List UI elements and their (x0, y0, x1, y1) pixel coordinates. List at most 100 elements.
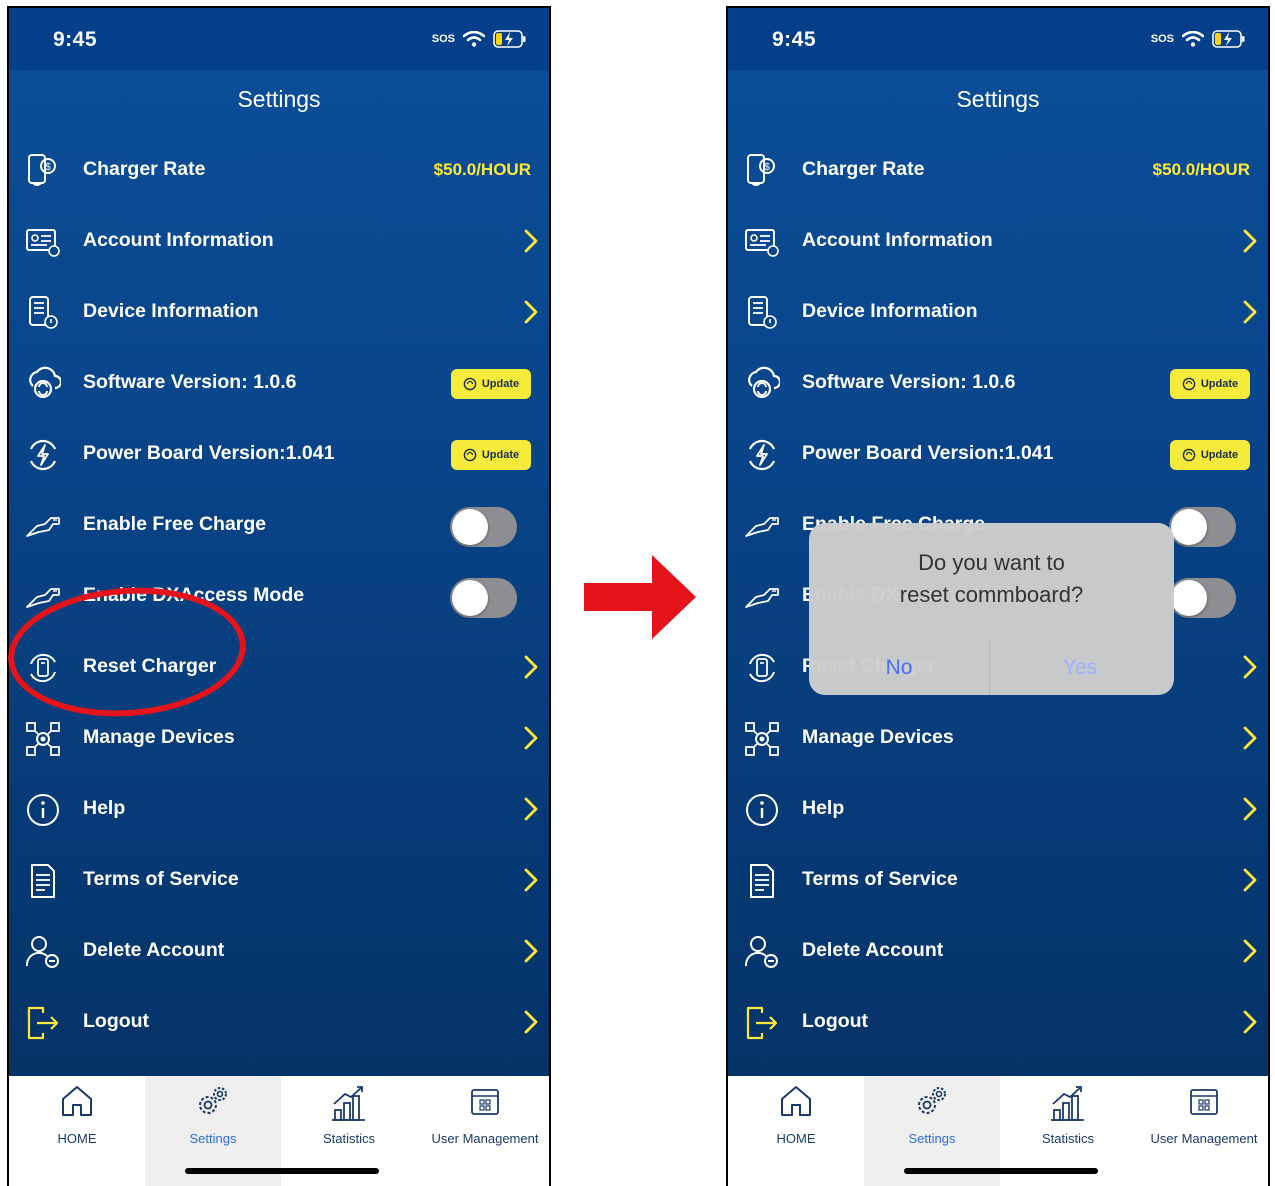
help-row[interactable]: Help (9, 774, 549, 845)
charger-rate-value: $50.0/HOUR (433, 160, 531, 179)
account-information-row[interactable]: Account Information (9, 206, 549, 277)
software-update-label: Update (481, 378, 520, 390)
account-information-label: Account Information (83, 229, 274, 251)
device-information-row[interactable]: Device Information (728, 277, 1268, 348)
power-board-update-button[interactable]: Update (451, 440, 531, 470)
software-update-button[interactable]: Update (451, 369, 531, 399)
tab-user-management[interactable]: User Management (417, 1076, 549, 1186)
tab-statistics-label: Statistics (1041, 1131, 1094, 1146)
sos-indicator: SOS (1150, 33, 1174, 45)
logout-row[interactable]: Logout (728, 987, 1268, 1058)
reset-charger-icon (749, 653, 775, 683)
dialog-message-line-2: reset commboard? (899, 582, 1084, 607)
logout-row[interactable]: Logout (9, 987, 549, 1058)
power-board-version-row: Power Board Version:1.041 Update (9, 419, 549, 490)
device-info-icon (29, 296, 58, 329)
chevron-right-icon (1243, 1010, 1257, 1034)
toggle-knob (452, 580, 488, 616)
device-information-label: Device Information (802, 300, 978, 322)
terms-of-service-row[interactable]: Terms of Service (728, 845, 1268, 916)
logout-label: Logout (802, 1010, 869, 1032)
delete-account-row[interactable]: Delete Account (9, 916, 549, 987)
tab-home[interactable]: HOME (9, 1076, 145, 1186)
charger-rate-label: Charger Rate (802, 158, 925, 180)
user-remove-icon (25, 936, 59, 968)
terms-of-service-row[interactable]: Terms of Service (9, 845, 549, 916)
tab-home-label: HOME (776, 1131, 816, 1146)
chevron-right-icon (524, 655, 538, 679)
charging-plug-icon (745, 517, 779, 537)
tab-user-management-label: User Management (431, 1131, 539, 1146)
chevron-right-icon (1243, 868, 1257, 892)
status-bar: 9:45 SOS (728, 8, 1268, 70)
page-title: Settings (237, 86, 321, 112)
power-board-update-label: Update (1200, 449, 1239, 461)
charging-plug-icon (26, 517, 60, 537)
chevron-right-icon (1243, 229, 1257, 253)
chevron-right-icon (524, 300, 538, 324)
arrow-right-icon (584, 555, 696, 639)
software-update-label: Update (1200, 378, 1239, 390)
logout-icon (27, 1006, 59, 1040)
tab-home-label: HOME (57, 1131, 97, 1146)
user-management-icon (1190, 1089, 1218, 1115)
account-information-label: Account Information (802, 229, 993, 251)
power-board-version-label: Power Board Version:1.041 (83, 442, 335, 464)
cloud-sync-icon (748, 366, 780, 399)
svg-text:$: $ (45, 162, 51, 173)
enable-dxaccess-mode-toggle[interactable] (450, 578, 517, 618)
tab-home[interactable]: HOME (728, 1076, 864, 1186)
wifi-icon (463, 31, 485, 47)
status-icons: SOS (1151, 30, 1246, 48)
phone-screen-after: 9:45 SOS Settings $ Charger Rate $50.0/H… (726, 6, 1270, 1186)
enable-free-charge-toggle[interactable] (1169, 507, 1236, 547)
tab-bar: HOME Settings Statistics User Management (728, 1076, 1268, 1186)
account-information-row[interactable]: Account Information (728, 206, 1268, 277)
dialog-message-line-1: Do you want to (918, 550, 1065, 575)
chevron-right-icon (1243, 797, 1257, 821)
user-remove-icon (744, 936, 778, 968)
dialog-no-button[interactable]: No (809, 656, 989, 680)
refresh-icon (1182, 448, 1196, 462)
battery-charging-icon (493, 30, 526, 48)
power-board-icon (29, 439, 57, 471)
manage-devices-row[interactable]: Manage Devices (728, 703, 1268, 774)
info-icon (27, 794, 59, 826)
manage-devices-icon (26, 722, 60, 756)
enable-free-charge-row: Enable Free Charge (9, 490, 549, 561)
reset-confirm-dialog: Do you want to reset commboard? No Yes (809, 523, 1174, 695)
software-version-row: Software Version: 1.0.6 Update (728, 348, 1268, 419)
tab-user-management[interactable]: User Management (1136, 1076, 1268, 1186)
delete-account-row[interactable]: Delete Account (728, 916, 1268, 987)
power-board-icon (748, 439, 776, 471)
delete-account-label: Delete Account (802, 939, 944, 961)
enable-free-charge-label: Enable Free Charge (83, 513, 267, 535)
home-icon (62, 1086, 92, 1116)
chevron-right-icon (524, 726, 538, 750)
toggle-knob (452, 509, 488, 545)
software-update-button[interactable]: Update (1170, 369, 1250, 399)
id-card-icon (745, 229, 779, 257)
software-version-row: Software Version: 1.0.6 Update (9, 348, 549, 419)
status-icons: SOS (432, 30, 527, 48)
delete-account-label: Delete Account (83, 939, 225, 961)
enable-dxaccess-mode-toggle[interactable] (1169, 578, 1236, 618)
home-indicator (904, 1168, 1098, 1174)
info-icon (746, 794, 778, 826)
manage-devices-label: Manage Devices (83, 726, 235, 748)
help-row[interactable]: Help (728, 774, 1268, 845)
dialog-yes-button[interactable]: Yes (990, 656, 1170, 680)
power-board-update-button[interactable]: Update (1170, 440, 1250, 470)
enable-free-charge-toggle[interactable] (450, 507, 517, 547)
id-card-icon (26, 229, 60, 257)
tab-settings-label: Settings (908, 1131, 956, 1146)
device-information-row[interactable]: Device Information (9, 277, 549, 348)
logout-icon (746, 1006, 778, 1040)
chevron-right-icon (524, 868, 538, 892)
chevron-right-icon (1243, 655, 1257, 679)
battery-charging-icon (1212, 30, 1245, 48)
charger-rate-label: Charger Rate (83, 158, 206, 180)
home-icon (781, 1086, 811, 1116)
document-icon (750, 864, 774, 898)
logout-label: Logout (83, 1010, 150, 1032)
